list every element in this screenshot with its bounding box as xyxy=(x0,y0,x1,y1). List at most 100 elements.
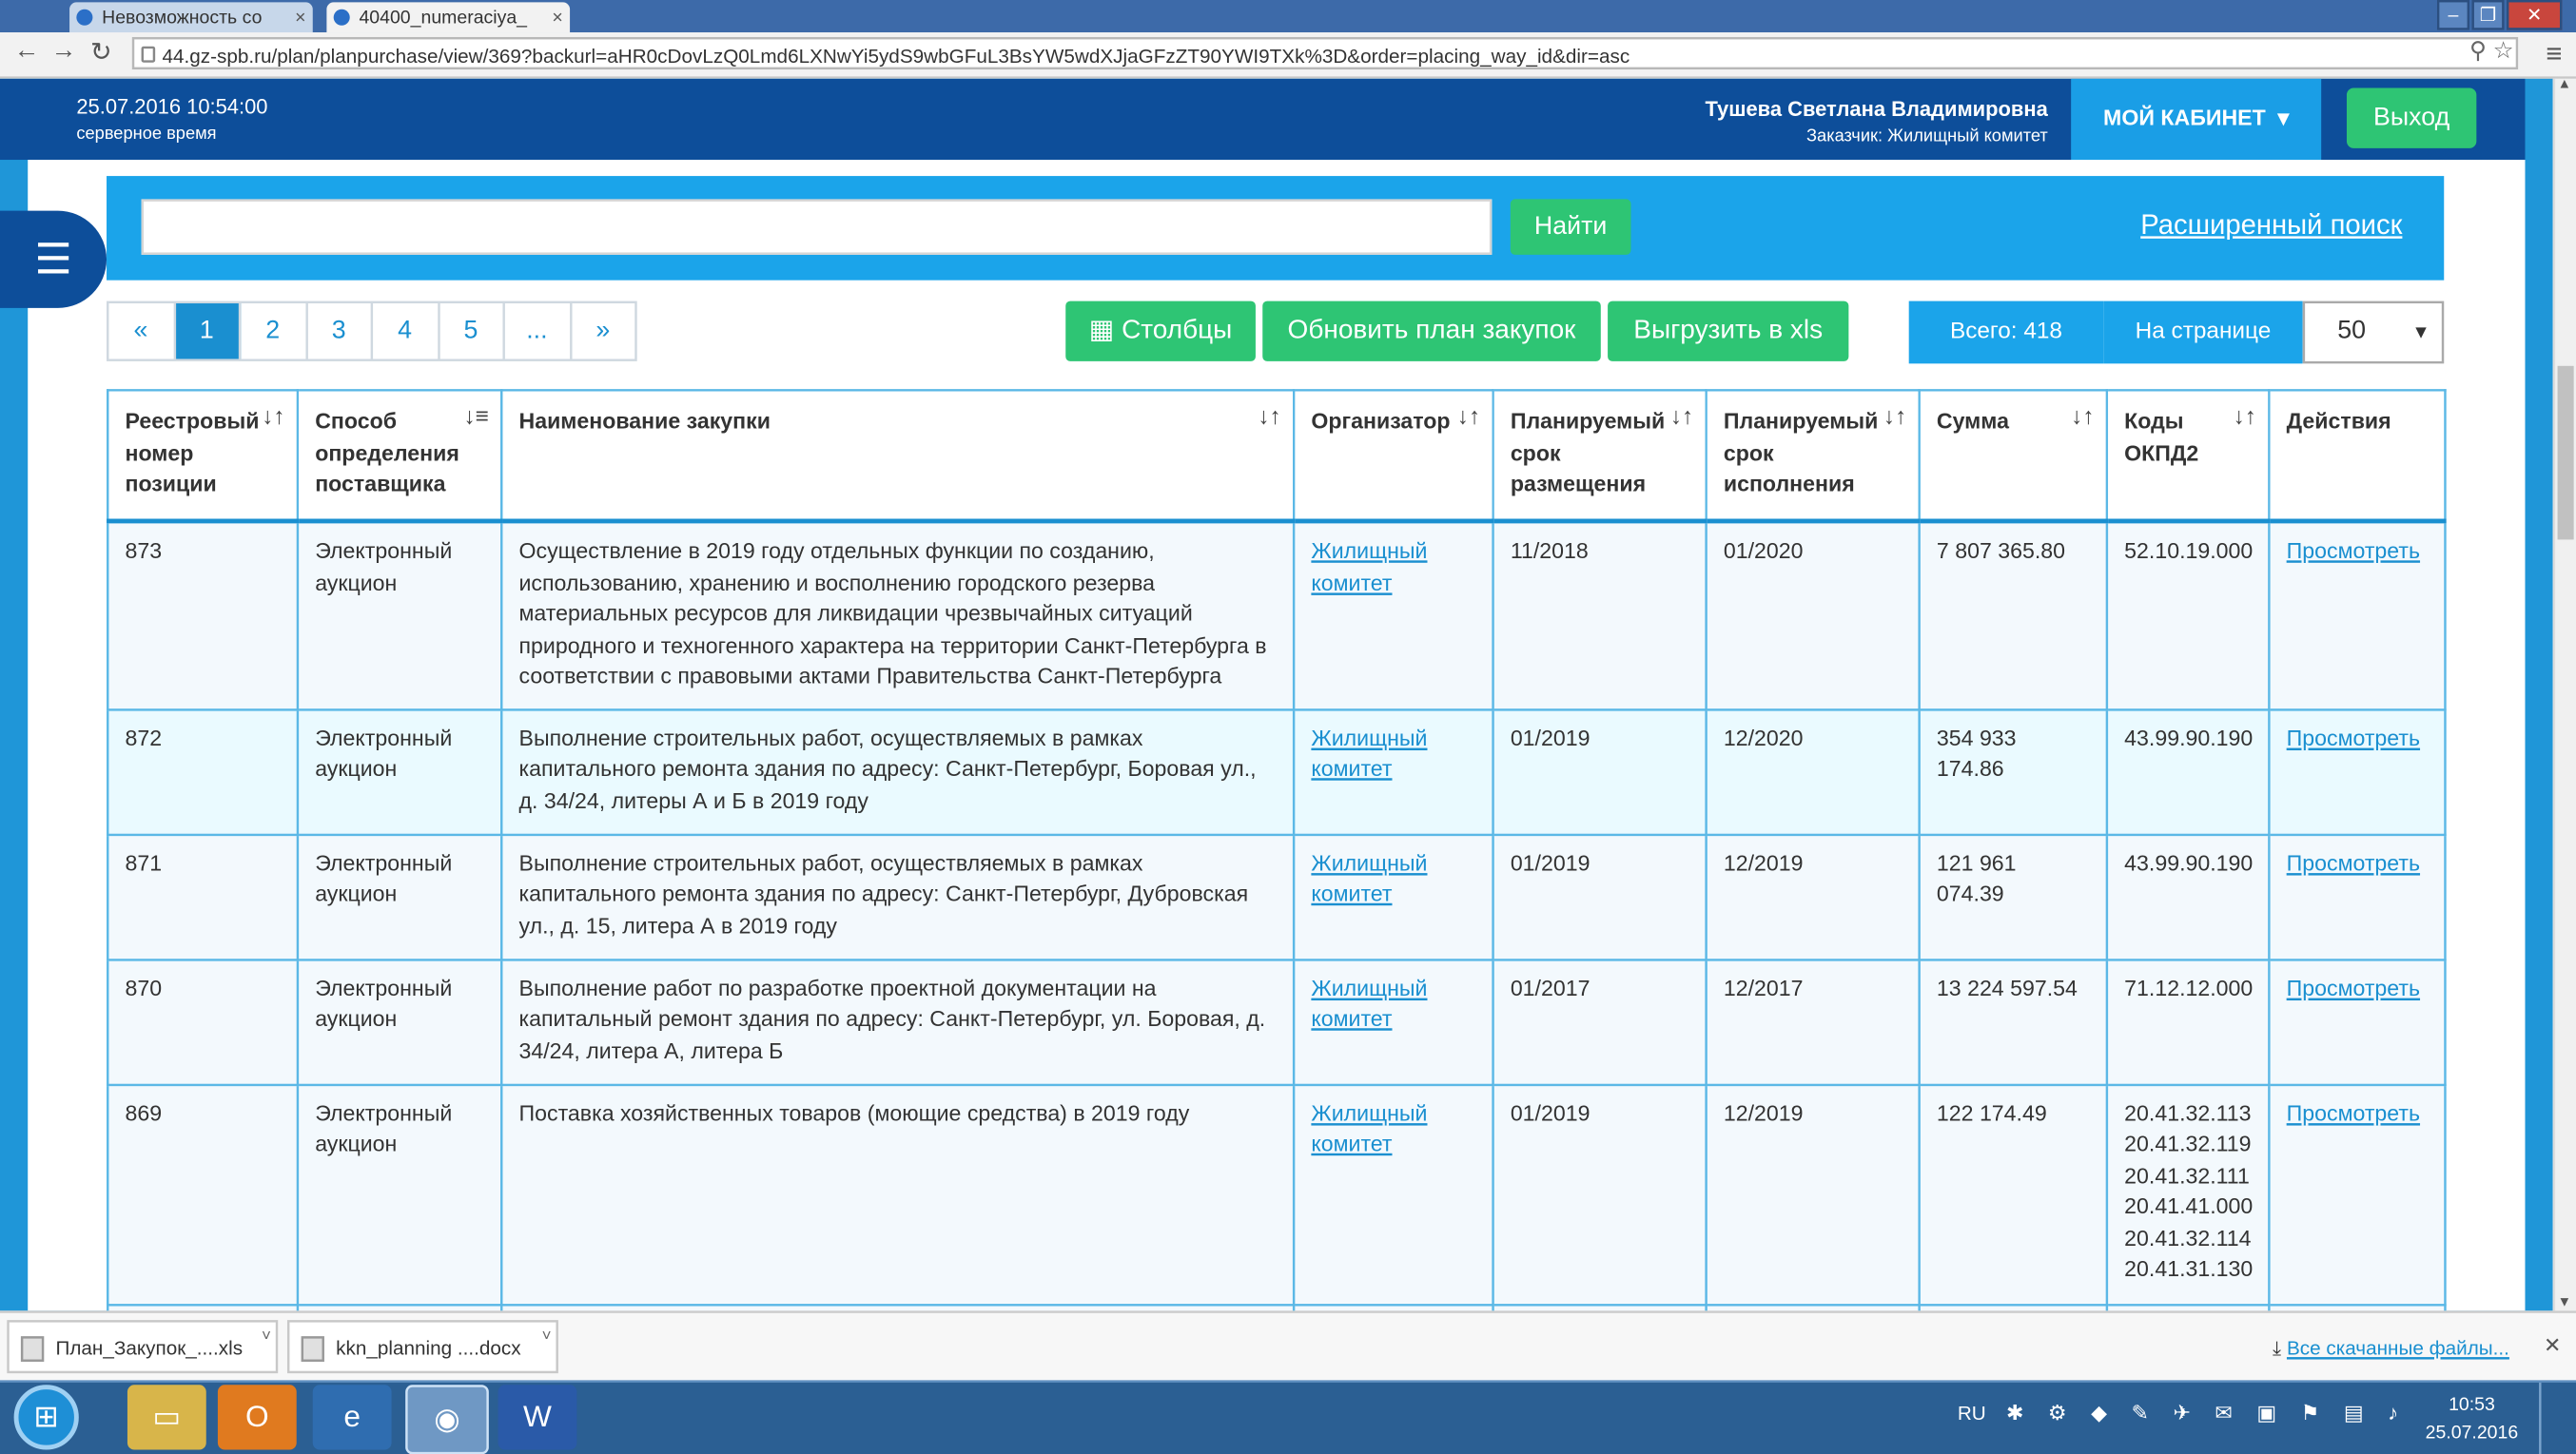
start-button-icon[interactable]: ⊞ xyxy=(13,1385,79,1450)
col-header-label: Планируемый срок размещения xyxy=(1510,410,1666,498)
view-link[interactable]: Просмотреть xyxy=(2287,851,2420,877)
sort-icon[interactable]: ↓↑ xyxy=(262,403,284,435)
chevron-down-icon[interactable]: ˅ xyxy=(262,1310,271,1364)
cell-placement: 01/2017 xyxy=(1492,957,1708,1085)
browser-tab-active[interactable]: 40400_numeraciya_ × xyxy=(326,2,571,33)
ie-icon[interactable]: e xyxy=(312,1385,392,1450)
per-page-select[interactable]: 50 ▼ xyxy=(2302,300,2445,364)
forward-arrow-icon[interactable]: → xyxy=(51,37,77,65)
outlook-icon[interactable]: O xyxy=(217,1385,297,1450)
scroll-thumb[interactable] xyxy=(2557,365,2574,540)
organizer-link[interactable]: Жилищный комитет xyxy=(1311,976,1427,1033)
col-header[interactable]: Коды ОКПД2 ↓↑ xyxy=(2105,389,2271,524)
columns-button[interactable]: ▦ Столбцы xyxy=(1065,300,1256,361)
page-2[interactable]: 2 xyxy=(241,303,307,359)
advanced-search-link[interactable]: Расширенный поиск xyxy=(2140,208,2402,241)
cell-organizer: Жилищный комитет xyxy=(1292,1082,1494,1306)
page-1[interactable]: 1 xyxy=(174,303,242,359)
organizer-link[interactable]: Жилищный комитет xyxy=(1311,539,1427,596)
download-item[interactable]: kkn_planning ....docx ˅ xyxy=(286,1320,558,1374)
logout-button[interactable]: Выход xyxy=(2346,87,2477,148)
sort-icon[interactable]: ↓↑ xyxy=(1457,403,1480,435)
all-downloads-label: Все скачанные файлы... xyxy=(2286,1336,2509,1360)
download-bar: План_Закупок_....xls ˅ kkn_planning ....… xyxy=(0,1310,2576,1381)
col-header[interactable]: Организатор ↓↑ xyxy=(1292,389,1494,524)
close-window-icon[interactable]: ✕ xyxy=(2506,0,2563,30)
col-header-label: Сумма xyxy=(1936,410,2009,436)
search-button[interactable]: Найти xyxy=(1510,199,1631,255)
cell-codes: 43.99.90.190 xyxy=(2105,707,2271,835)
browser-menu-icon[interactable]: ≡ xyxy=(2546,37,2562,69)
restore-icon[interactable]: ❐ xyxy=(2471,0,2505,30)
purchase-plan-table: Реестровый номер позиции ↓↑ Способ опреде… xyxy=(107,389,2447,1375)
chrome-icon[interactable]: ◉ xyxy=(405,1385,489,1454)
refresh-plan-button[interactable]: Обновить план закупок xyxy=(1262,300,1601,361)
address-bar: ← → ↻ 44.gz-spb.ru/plan/planpurchase/vie… xyxy=(0,32,2576,79)
col-header: Действия xyxy=(2268,389,2447,524)
cell-name: Выполнение строительных работ, осуществл… xyxy=(500,832,1296,960)
zoom-star-icons[interactable]: ⚲ ☆ xyxy=(2469,39,2513,65)
export-xls-button[interactable]: Выгрузить в xls xyxy=(1608,300,1849,361)
cell-number: 869 xyxy=(107,1082,300,1306)
page-4[interactable]: 4 xyxy=(373,303,439,359)
all-downloads-link[interactable]: ⤓ Все скачанные файлы... xyxy=(2273,1336,2509,1362)
page-prev[interactable]: « xyxy=(108,303,175,359)
sidebar-menu-button[interactable]: ☰ xyxy=(0,210,107,308)
cell-action: Просмотреть xyxy=(2268,832,2447,960)
view-link[interactable]: Просмотреть xyxy=(2287,976,2420,1001)
col-header[interactable]: Сумма ↓↑ xyxy=(1918,389,2109,524)
scroll-down-icon[interactable]: ▼ xyxy=(2558,1297,2571,1311)
cell-sum: 354 933 174.86 xyxy=(1918,707,2109,835)
col-header[interactable]: Реестровый номер позиции ↓↑ xyxy=(107,389,300,524)
search-input[interactable] xyxy=(141,199,1493,255)
reload-icon[interactable]: ↻ xyxy=(90,37,111,67)
organizer-link[interactable]: Жилищный комитет xyxy=(1311,726,1427,783)
cell-placement: 01/2019 xyxy=(1492,832,1708,960)
col-header-label: Реестровый номер позиции xyxy=(125,410,260,498)
show-desktop-button[interactable] xyxy=(2539,1382,2574,1454)
sort-icon[interactable]: ↓↑ xyxy=(2071,403,2094,435)
scroll-up-icon[interactable]: ▲ xyxy=(2558,79,2571,93)
chevron-down-icon[interactable]: ˅ xyxy=(542,1310,552,1364)
language-indicator[interactable]: RU xyxy=(1958,1401,1986,1424)
sort-asc-icon[interactable]: ↓≡ xyxy=(463,403,488,435)
close-tab-icon[interactable]: × xyxy=(552,2,562,32)
view-link[interactable]: Просмотреть xyxy=(2287,539,2420,565)
page-5[interactable]: 5 xyxy=(439,303,505,359)
explorer-icon[interactable]: ▭ xyxy=(127,1385,206,1450)
close-icon[interactable]: ✕ xyxy=(2544,1334,2561,1360)
tray-icons[interactable]: ✱ ⚙ ◆ ✎ ✈ ✉ ▣ ⚑ ▤ ♪ xyxy=(2006,1401,2408,1426)
page-scrollbar[interactable]: ▲ ▼ xyxy=(2552,78,2576,1311)
view-link[interactable]: Просмотреть xyxy=(2287,1101,2420,1127)
cell-name: Поставка хозяйственных товаров (моющие с… xyxy=(500,1082,1296,1306)
cell-organizer: Жилищный комитет xyxy=(1292,707,1494,835)
sort-icon[interactable]: ↓↑ xyxy=(2234,403,2256,435)
back-arrow-icon[interactable]: ← xyxy=(14,37,40,65)
col-header[interactable]: Планируемый срок размещения ↓↑ xyxy=(1492,389,1708,524)
cell-placement: 01/2019 xyxy=(1492,1082,1708,1306)
download-item[interactable]: План_Закупок_....xls ˅ xyxy=(7,1320,279,1374)
organizer-link[interactable]: Жилищный комитет xyxy=(1311,1101,1427,1158)
url-input[interactable]: 44.gz-spb.ru/plan/planpurchase/view/369?… xyxy=(131,36,2519,70)
view-link[interactable]: Просмотреть xyxy=(2287,726,2420,751)
page-next[interactable]: » xyxy=(571,303,634,359)
total-count: Всего: 418 xyxy=(1908,300,2104,364)
sort-icon[interactable]: ↓↑ xyxy=(1258,403,1280,435)
page-ellipsis[interactable]: ... xyxy=(505,303,572,359)
sort-icon[interactable]: ↓↑ xyxy=(1670,403,1693,435)
cell-organizer: Жилищный комитет xyxy=(1292,519,1494,710)
hamburger-icon: ☰ xyxy=(34,236,72,283)
col-header[interactable]: Способ определения поставщика ↓≡ xyxy=(296,389,503,524)
minimize-icon[interactable]: – xyxy=(2436,0,2470,30)
close-tab-icon[interactable]: × xyxy=(295,2,305,32)
page-3[interactable]: 3 xyxy=(307,303,374,359)
organizer-link[interactable]: Жилищный комитет xyxy=(1311,851,1427,908)
clock[interactable]: 10:53 25.07.2016 xyxy=(2414,1392,2530,1447)
sort-icon[interactable]: ↓↑ xyxy=(1883,403,1906,435)
word-icon[interactable]: W xyxy=(498,1385,577,1450)
cell-number: 870 xyxy=(107,957,300,1085)
browser-tab[interactable]: Невозможность со × xyxy=(69,2,313,33)
col-header[interactable]: Наименование закупки ↓↑ xyxy=(500,389,1296,524)
col-header[interactable]: Планируемый срок исполнения ↓↑ xyxy=(1705,389,1921,524)
my-cabinet-button[interactable]: МОЙ КАБИНЕТ ▾ xyxy=(2071,78,2322,161)
